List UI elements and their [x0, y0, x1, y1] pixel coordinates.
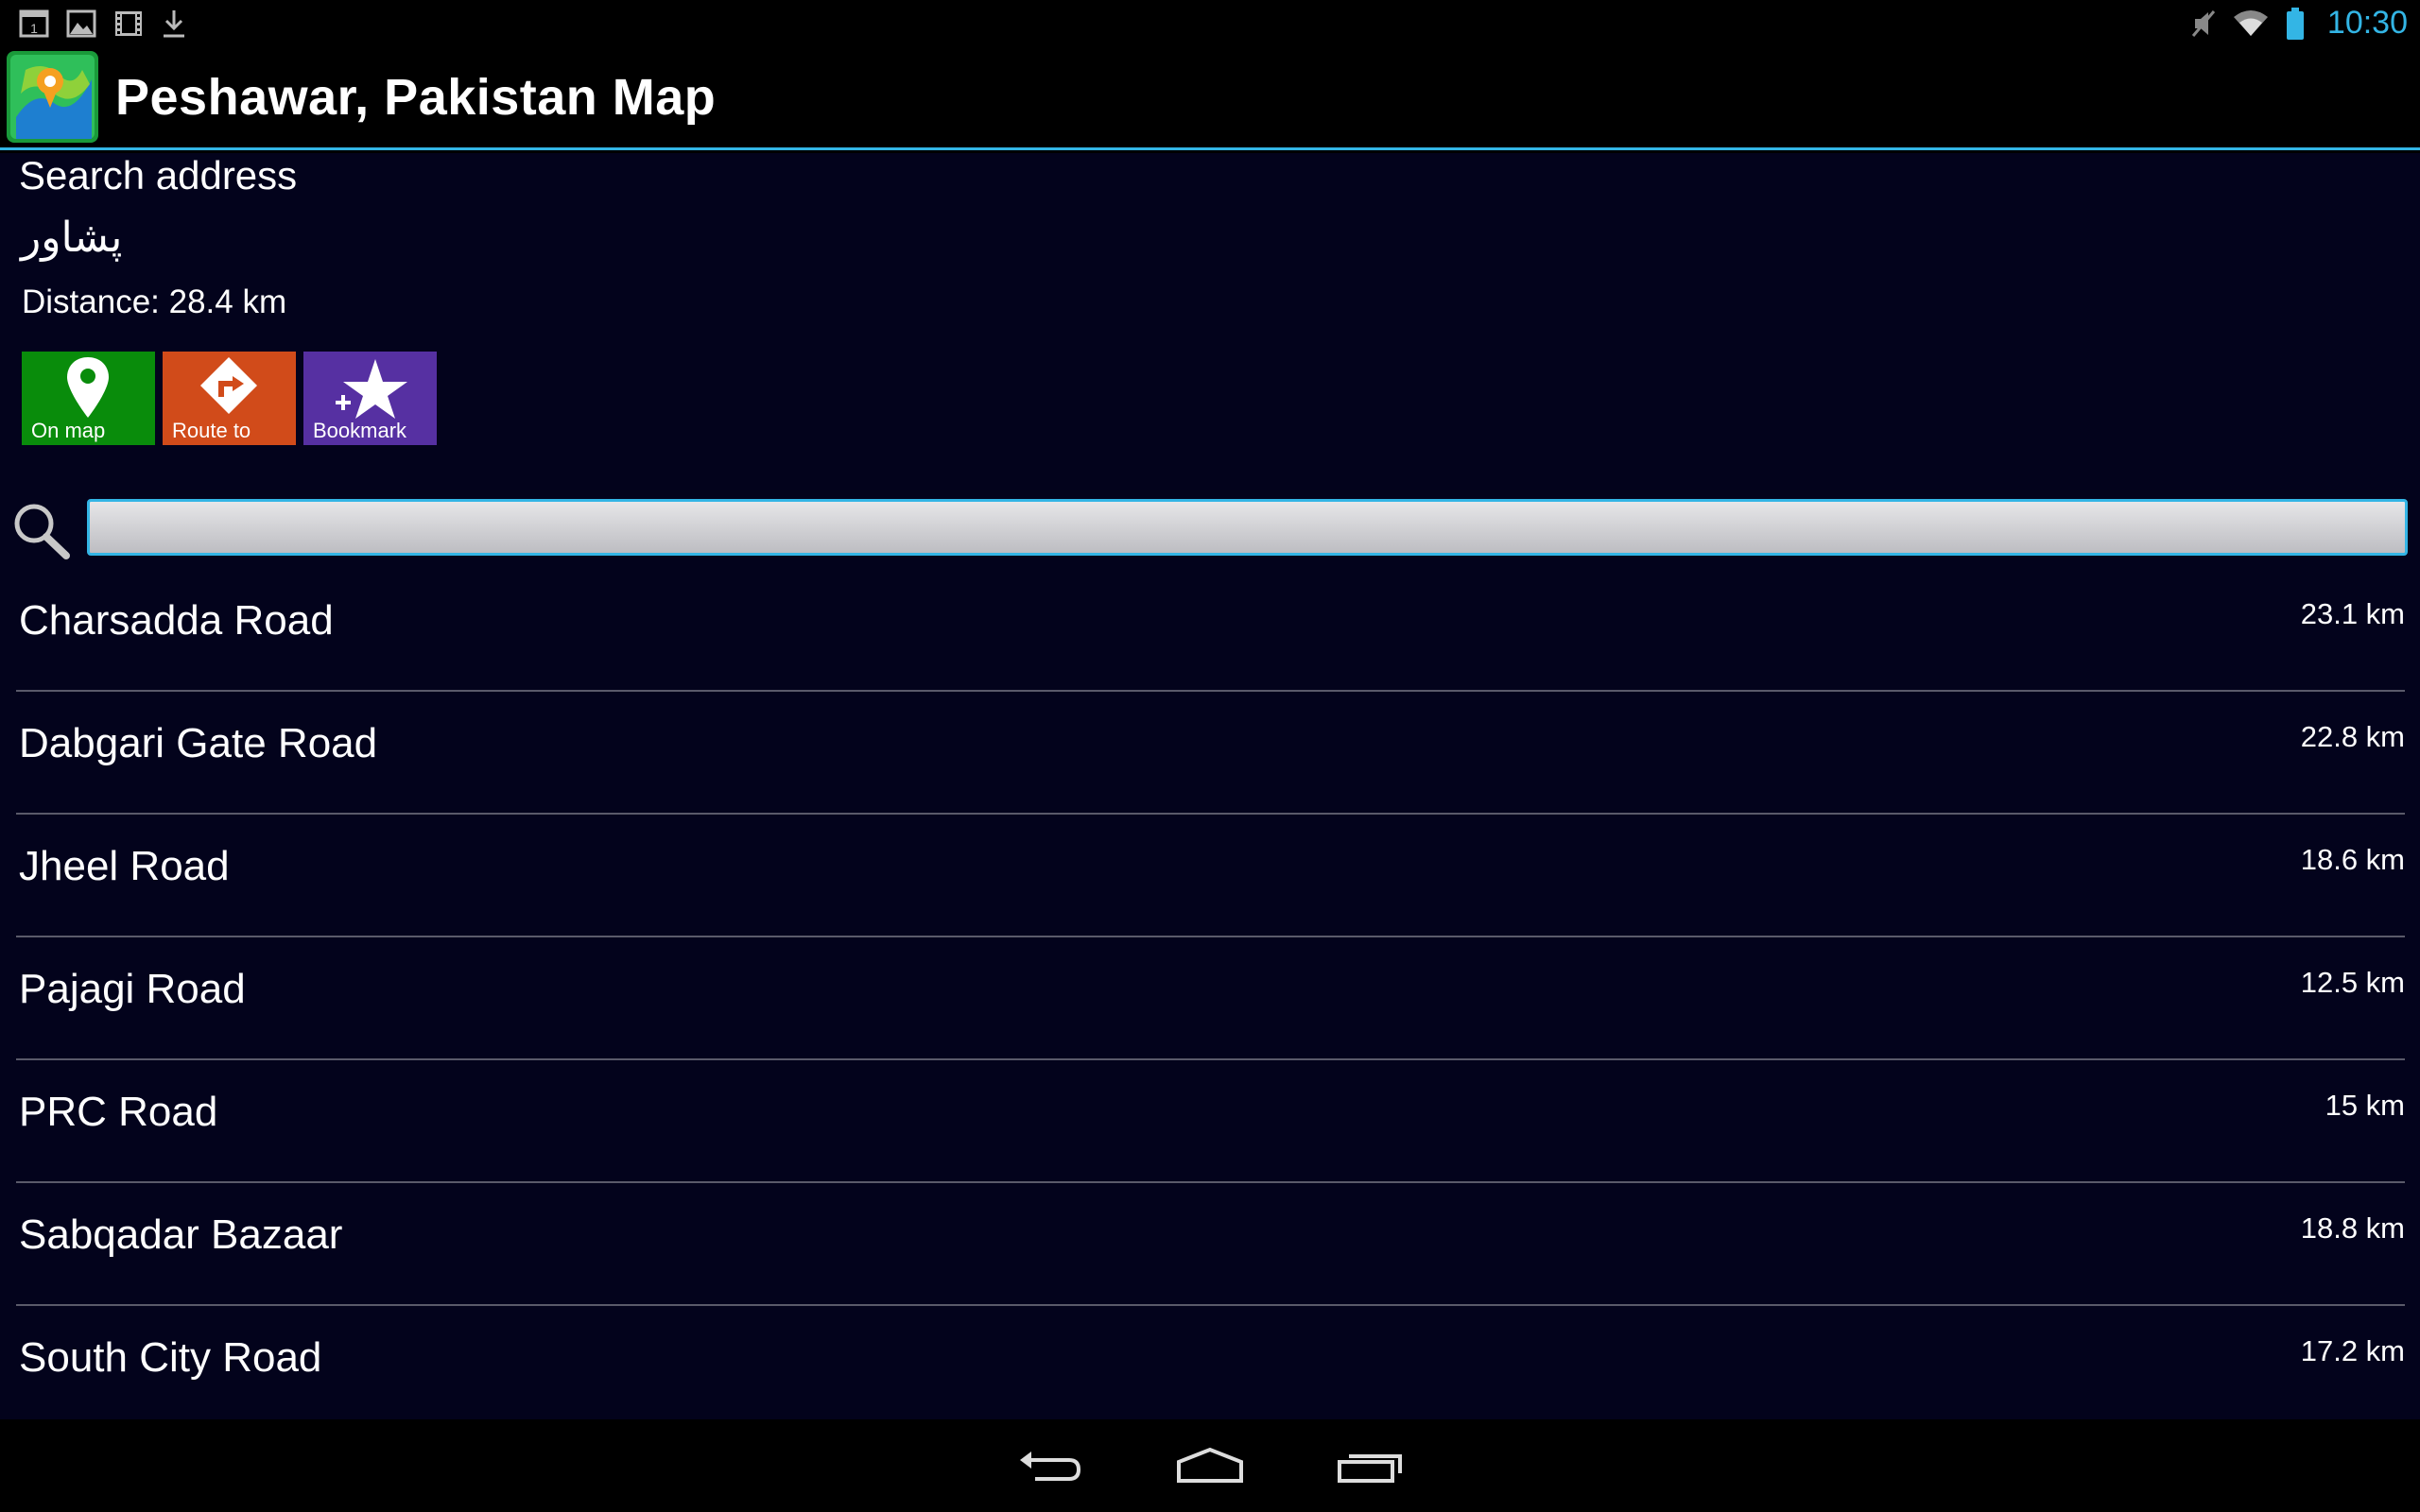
list-item-name: South City Road [19, 1334, 322, 1381]
list-item[interactable]: Charsadda Road 23.1 km [16, 569, 2405, 692]
home-icon [1177, 1447, 1243, 1483]
list-item-distance: 18.6 km [2300, 843, 2405, 876]
content-area: Search address پشاور Distance: 28.4 km O… [0, 153, 2420, 1419]
back-button[interactable] [1011, 1437, 1087, 1494]
wifi-icon [2233, 9, 2268, 36]
mute-icon [2191, 9, 2216, 37]
list-item-name: Jheel Road [19, 843, 230, 889]
search-input[interactable] [87, 499, 2408, 556]
list-item-distance: 22.8 km [2300, 720, 2405, 753]
list-item[interactable]: South City Road 17.2 km [16, 1306, 2405, 1429]
route-to-label: Route to [172, 419, 251, 442]
action-tiles: On map Route to Bookmark [22, 352, 437, 445]
screen: 1 10:30 Peshawar, Pakistan Map Search ad… [0, 0, 2420, 1512]
list-item[interactable]: Pajagi Road 12.5 km [16, 937, 2405, 1060]
recents-icon [1338, 1454, 1402, 1483]
search-icon [14, 504, 70, 559]
list-item[interactable]: Sabqadar Bazaar 18.8 km [16, 1183, 2405, 1306]
list-item-distance: 18.8 km [2300, 1211, 2405, 1245]
list-item-distance: 12.5 km [2300, 966, 2405, 999]
back-icon [1020, 1452, 1081, 1481]
list-item-distance: 17.2 km [2300, 1334, 2405, 1367]
film-icon [115, 10, 142, 36]
notification-icons: 1 [19, 9, 187, 39]
download-icon [164, 9, 184, 37]
list-item[interactable]: PRC Road 15 km [16, 1060, 2405, 1183]
list-item[interactable]: Dabgari Gate Road 22.8 km [16, 692, 2405, 815]
home-button[interactable] [1172, 1437, 1248, 1494]
section-header: Search address [19, 153, 298, 198]
recents-button[interactable] [1333, 1437, 1409, 1494]
list-item[interactable]: Jheel Road 18.6 km [16, 815, 2405, 937]
map-app-icon[interactable] [7, 51, 98, 143]
on-map-label: On map [31, 419, 106, 442]
list-item-name: Sabqadar Bazaar [19, 1211, 343, 1258]
search-row [0, 499, 2420, 559]
navigation-bar [0, 1419, 2420, 1512]
calendar-day: 1 [30, 21, 38, 36]
bookmark-button[interactable]: Bookmark [303, 352, 437, 445]
app-title: Peshawar, Pakistan Map [115, 68, 717, 126]
on-map-button[interactable]: On map [22, 352, 155, 445]
status-time: 10:30 [2326, 5, 2408, 41]
bookmark-label: Bookmark [313, 419, 407, 442]
list-item-name: PRC Road [19, 1089, 218, 1135]
list-item-name: Dabgari Gate Road [19, 720, 378, 766]
list-item-distance: 15 km [2325, 1089, 2405, 1122]
native-place-name: پشاور [21, 214, 123, 262]
result-list: Charsadda Road 23.1 km Dabgari Gate Road 22… [0, 569, 2420, 1429]
calendar-icon: 1 [19, 9, 49, 37]
status-bar: 1 10:30 [0, 0, 2420, 46]
list-item-name: Charsadda Road [19, 597, 334, 644]
route-to-button[interactable]: Route to [163, 352, 296, 445]
list-item-name: Pajagi Road [19, 966, 246, 1012]
battery-icon [2286, 7, 2304, 40]
gallery-icon [66, 9, 96, 37]
system-icons: 10:30 [2191, 5, 2408, 42]
action-bar: Peshawar, Pakistan Map [0, 46, 2420, 150]
distance-label: Distance: 28.4 km [22, 284, 287, 320]
list-item-distance: 23.1 km [2300, 597, 2405, 630]
